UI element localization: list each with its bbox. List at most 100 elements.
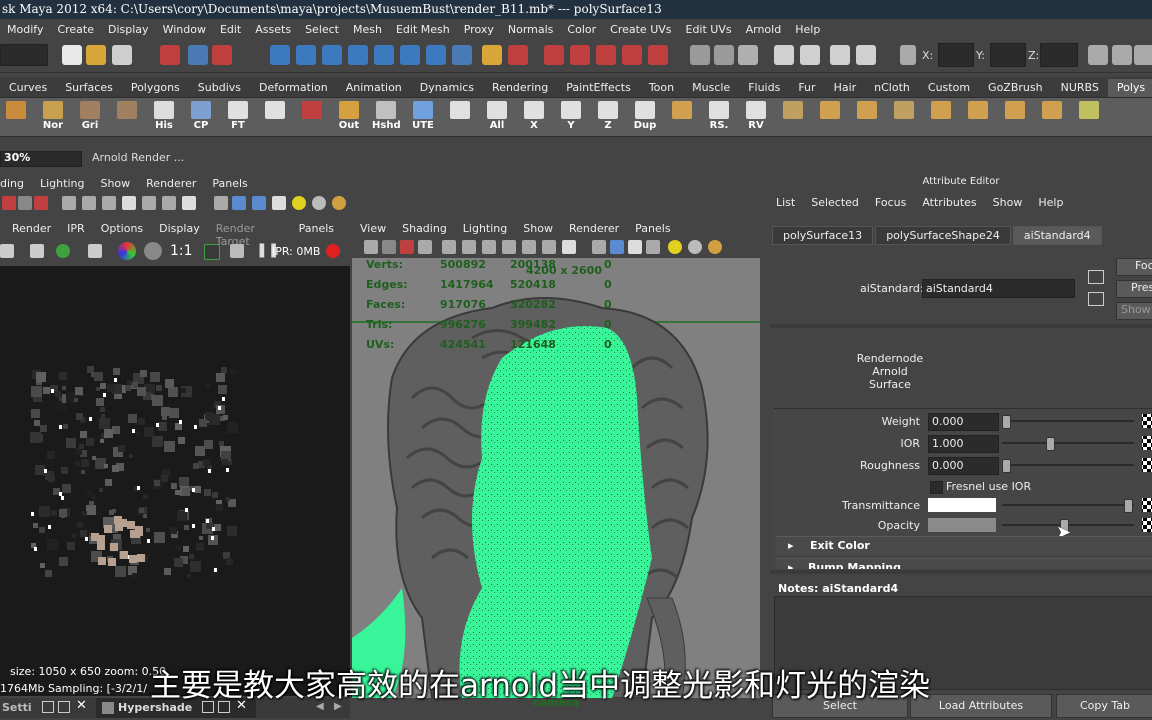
attr-value-field[interactable]: 0.000 bbox=[928, 413, 999, 431]
shelf-button-out[interactable]: Out bbox=[335, 101, 363, 131]
shelf-tab-ncloth[interactable]: nCloth bbox=[865, 79, 919, 97]
select-lock-icon[interactable] bbox=[508, 45, 528, 65]
attr-map-icon[interactable] bbox=[1142, 458, 1152, 472]
wireframe-icon[interactable] bbox=[62, 196, 76, 210]
shadow-icon[interactable] bbox=[312, 196, 326, 210]
ipr-render-icon[interactable] bbox=[30, 244, 44, 258]
vp-ambient-icon[interactable] bbox=[708, 240, 722, 254]
node-name-field[interactable]: aiStandard4 bbox=[922, 279, 1075, 298]
tab-polysurface13[interactable]: polySurface13 bbox=[772, 226, 874, 245]
tool-settings-icon[interactable] bbox=[1134, 45, 1152, 65]
shelf-tab-fluids[interactable]: Fluids bbox=[739, 79, 789, 97]
exit-color-section[interactable]: ▸ Exit Color bbox=[776, 536, 1152, 555]
shelf-button-x[interactable]: X bbox=[520, 101, 548, 131]
snap-live-icon[interactable] bbox=[426, 45, 446, 65]
select-component-icon[interactable] bbox=[212, 45, 232, 65]
copy-tab-button[interactable]: Copy Tab bbox=[1056, 694, 1152, 718]
snap-plane-icon[interactable] bbox=[348, 45, 368, 65]
select-object-icon[interactable] bbox=[188, 45, 208, 65]
snap-view-icon[interactable] bbox=[400, 45, 420, 65]
output-ops-icon[interactable] bbox=[570, 45, 590, 65]
menu-proxy[interactable]: Proxy bbox=[457, 23, 501, 36]
viewport-menu-renderer[interactable]: Renderer bbox=[569, 222, 619, 235]
shelf-button-nor[interactable]: Nor bbox=[39, 101, 67, 131]
shelf-button[interactable] bbox=[1075, 101, 1103, 131]
resolution-gate-icon[interactable] bbox=[122, 196, 136, 210]
attribute-editor-icon[interactable] bbox=[1112, 45, 1132, 65]
select-hierarchy-icon[interactable] bbox=[160, 45, 180, 65]
menu-assets[interactable]: Assets bbox=[248, 23, 298, 36]
vp-shadow-icon[interactable] bbox=[688, 240, 702, 254]
lock-icon[interactable] bbox=[482, 45, 502, 65]
menu-color[interactable]: Color bbox=[560, 23, 603, 36]
attr-slider[interactable] bbox=[1002, 420, 1134, 422]
y-field[interactable] bbox=[990, 43, 1026, 67]
magnet-icon[interactable] bbox=[622, 45, 642, 65]
shelf-tab-subdivs[interactable]: Subdivs bbox=[189, 79, 250, 97]
shelf-tab-nurbs[interactable]: NURBS bbox=[1052, 79, 1108, 97]
camera-attr-icon[interactable] bbox=[18, 196, 32, 210]
vp-wire-on-shaded-icon[interactable] bbox=[628, 240, 642, 254]
shelf-tab-painteffects[interactable]: PaintEffects bbox=[557, 79, 640, 97]
viewport-menu-lighting[interactable]: Lighting bbox=[463, 222, 507, 235]
vp-smooth-icon[interactable] bbox=[610, 240, 624, 254]
settings-float-icon[interactable] bbox=[42, 701, 54, 713]
shelf-button[interactable] bbox=[927, 101, 955, 131]
shelf-button[interactable] bbox=[668, 101, 696, 131]
new-scene-icon[interactable] bbox=[62, 45, 82, 65]
shelf-button[interactable] bbox=[890, 101, 918, 131]
shelf-button-ute[interactable]: UTE bbox=[409, 101, 437, 131]
ae-menu-show[interactable]: Show bbox=[993, 196, 1023, 209]
ae-menu-attributes[interactable]: Attributes bbox=[922, 196, 976, 209]
shelf-button[interactable] bbox=[779, 101, 807, 131]
vp-image-plane-icon[interactable] bbox=[418, 240, 432, 254]
texture-icon[interactable] bbox=[272, 196, 286, 210]
input-connection-icon[interactable] bbox=[1088, 270, 1104, 284]
transmittance-slider[interactable] bbox=[1002, 504, 1134, 506]
menu-arnold[interactable]: Arnold bbox=[739, 23, 789, 36]
vp-xray-icon[interactable] bbox=[646, 240, 660, 254]
snap-point-icon[interactable] bbox=[322, 45, 342, 65]
vp-gate-mask-icon[interactable] bbox=[502, 240, 516, 254]
mode-dropdown[interactable] bbox=[0, 44, 48, 66]
shelf-tab-muscle[interactable]: Muscle bbox=[683, 79, 739, 97]
z-field[interactable] bbox=[1040, 43, 1078, 67]
menu-display[interactable]: Display bbox=[101, 23, 156, 36]
vp-bookmark-icon[interactable] bbox=[400, 240, 414, 254]
open-scene-icon[interactable] bbox=[86, 45, 106, 65]
ipr-render-icon[interactable] bbox=[738, 45, 758, 65]
attr-map-icon[interactable] bbox=[1142, 436, 1152, 450]
shelf-tab-custom[interactable]: Custom bbox=[919, 79, 979, 97]
shelf-button-gri[interactable]: Gri bbox=[76, 101, 104, 131]
shelf-button-z[interactable]: Z bbox=[594, 101, 622, 131]
shelf-button-hshd[interactable]: Hshd bbox=[372, 101, 401, 131]
snap-surface-icon[interactable] bbox=[374, 45, 394, 65]
tab-polysurfaceshape24[interactable]: polySurfaceShape24 bbox=[875, 226, 1011, 245]
shelf-tab-rendering[interactable]: Rendering bbox=[483, 79, 557, 97]
alpha-channel-icon[interactable] bbox=[144, 242, 162, 260]
shelf-button[interactable] bbox=[816, 101, 844, 131]
vp-attr-icon[interactable] bbox=[382, 240, 396, 254]
render-settings-icon[interactable] bbox=[774, 45, 794, 65]
presets-button[interactable]: Pres bbox=[1116, 280, 1152, 298]
menu-window[interactable]: Window bbox=[156, 23, 213, 36]
ratio-label[interactable]: 1:1 bbox=[170, 243, 193, 259]
panel-menu-lighting[interactable]: Lighting bbox=[40, 177, 84, 190]
clapper-icon[interactable] bbox=[800, 45, 820, 65]
menu-mesh[interactable]: Mesh bbox=[346, 23, 389, 36]
vp-res-gate-icon[interactable] bbox=[482, 240, 496, 254]
panel-menu-panels[interactable]: Panels bbox=[212, 177, 247, 190]
help-icon[interactable] bbox=[452, 45, 472, 65]
shelf-button[interactable] bbox=[1001, 101, 1029, 131]
shelf-tab-polys[interactable]: Polys bbox=[1107, 79, 1152, 97]
shelf-tab-dynamics[interactable]: Dynamics bbox=[411, 79, 483, 97]
shelf-button[interactable] bbox=[1038, 101, 1066, 131]
smooth-shade-icon[interactable] bbox=[232, 196, 246, 210]
transmittance-map-icon[interactable] bbox=[1142, 498, 1152, 512]
output-connection-icon[interactable] bbox=[1088, 292, 1104, 306]
opacity-map-icon[interactable] bbox=[1142, 518, 1152, 532]
show-button[interactable]: Show bbox=[1116, 302, 1152, 320]
render-current-icon[interactable] bbox=[714, 45, 734, 65]
vp-film-gate-icon[interactable] bbox=[462, 240, 476, 254]
snap-grid-icon[interactable] bbox=[270, 45, 290, 65]
